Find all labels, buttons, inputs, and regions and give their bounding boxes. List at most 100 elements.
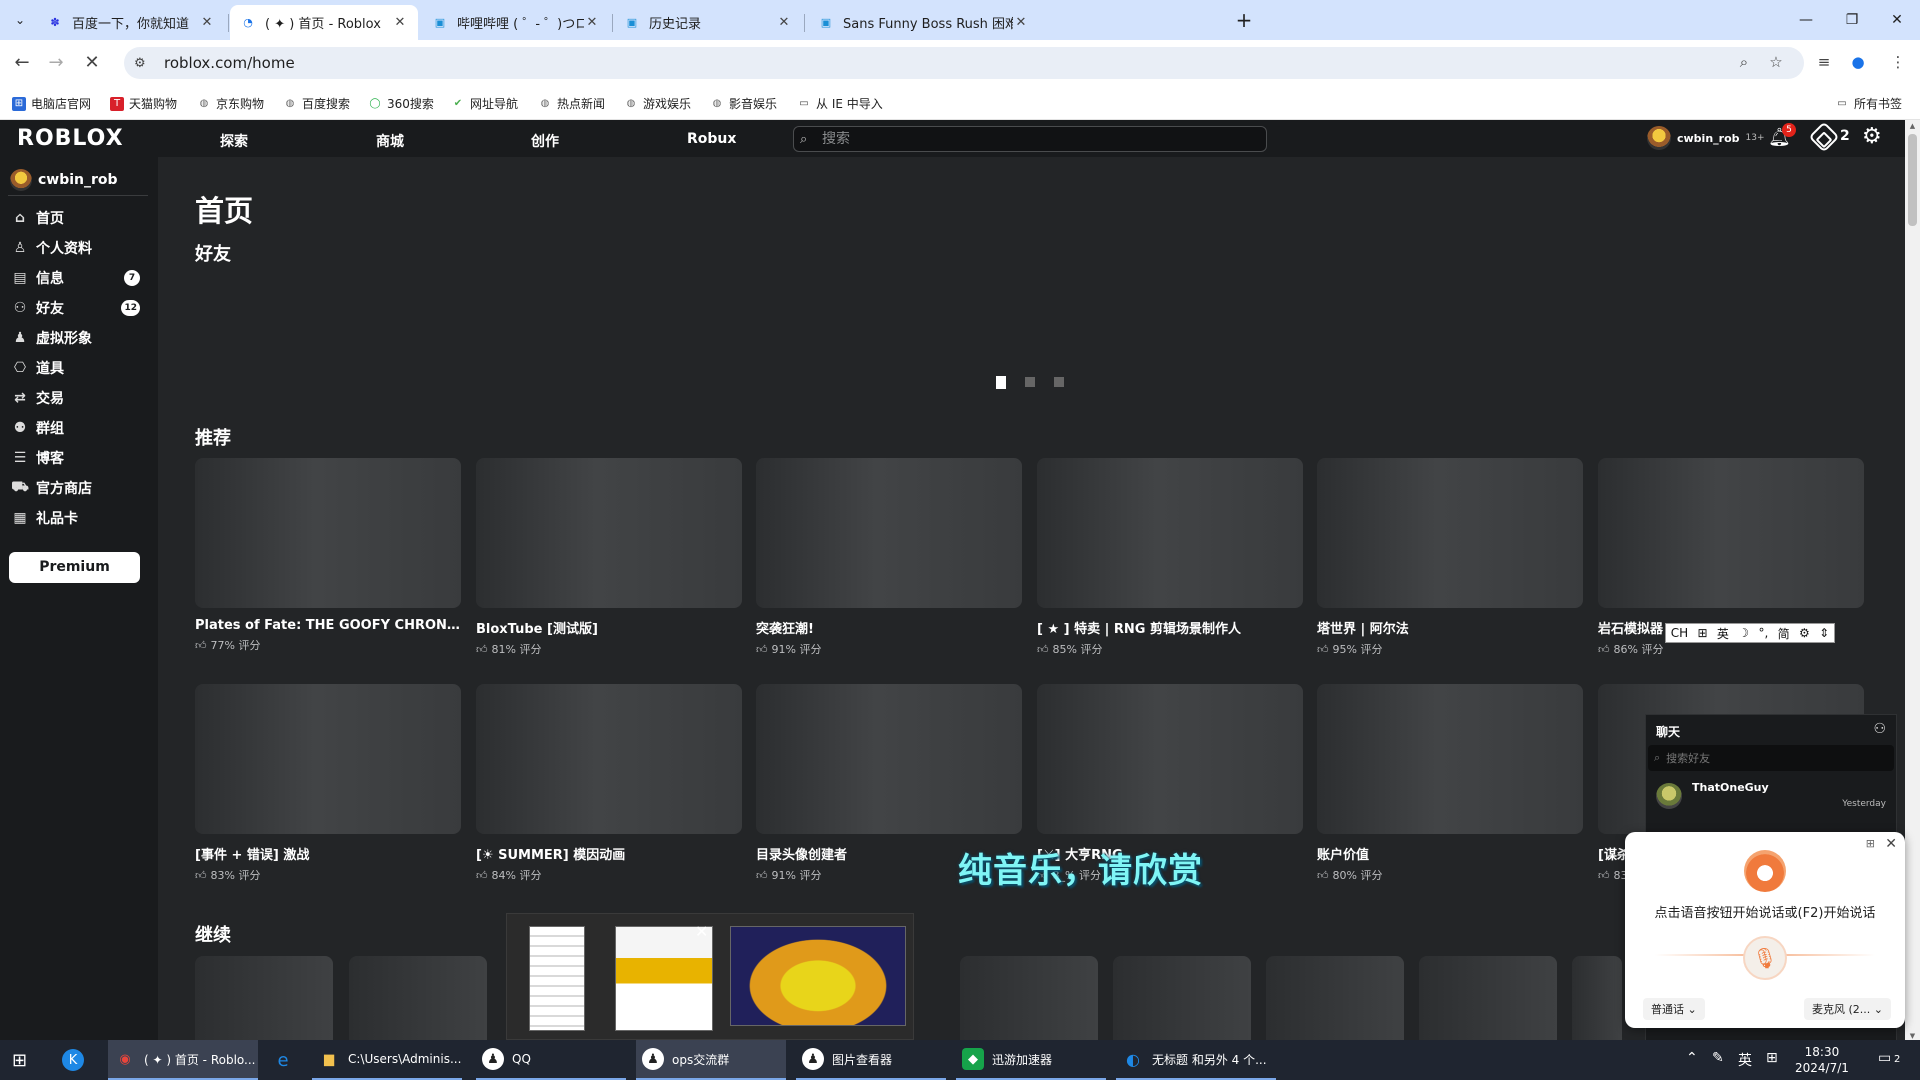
game-thumbnail[interactable]	[1037, 684, 1303, 834]
restore-icon[interactable]: ❐	[1829, 0, 1875, 40]
game-card[interactable]: BloxTube [测试版] 👍︎ 81% 评分	[476, 458, 742, 657]
page-scrollbar[interactable]: ▲ ▼	[1905, 120, 1920, 1042]
game-card[interactable]: [事件 + 错误] 激战 👍︎ 83% 评分	[195, 684, 461, 883]
ime-punctuation[interactable]: °,	[1758, 626, 1768, 640]
bookmark-star-icon[interactable]: ☆	[1764, 50, 1788, 74]
tab-search-chevron-icon[interactable]: ⌄	[9, 10, 31, 30]
sidebar-item-gift-cards[interactable]: ▦ 礼品卡	[10, 505, 150, 531]
scrollbar-thumb[interactable]	[1908, 134, 1917, 226]
kuaiya-icon[interactable]: K	[62, 1040, 92, 1080]
bookmark-video[interactable]: ◍ 影音娱乐	[710, 95, 777, 112]
game-thumbnail[interactable]	[756, 458, 1022, 608]
scroll-down-arrow-icon[interactable]: ▼	[1908, 1032, 1917, 1040]
close-tab-icon[interactable]: ✕	[392, 15, 408, 30]
game-card[interactable]: [ ★ ] 特卖 | RNG 剪辑场景制作人 👍︎ 85% 评分	[1037, 458, 1303, 657]
taskbar-image-viewer[interactable]: ♟ 图片查看器	[796, 1040, 946, 1080]
sidebar-item-inventory[interactable]: ⎔ 道具	[10, 355, 150, 381]
carousel-dot[interactable]	[1025, 377, 1035, 387]
window-preview[interactable]	[615, 926, 713, 1031]
taskbar-edge[interactable]: ◐ 无标题 和另外 4 个...	[1116, 1040, 1276, 1080]
forward-arrow-icon[interactable]: →	[43, 50, 69, 76]
new-tab-plus-icon[interactable]: +	[1231, 8, 1257, 34]
sidebar-item-friends[interactable]: ⚇ 好友 12	[10, 295, 150, 321]
close-tab-icon[interactable]: ✕	[199, 15, 215, 30]
game-thumbnail[interactable]	[1317, 458, 1583, 608]
continue-tile[interactable]	[1113, 956, 1251, 1042]
minimize-icon[interactable]: —	[1783, 0, 1829, 40]
continue-tile[interactable]	[1419, 956, 1557, 1042]
game-thumbnail[interactable]	[756, 684, 1022, 834]
moon-icon[interactable]: ☽	[1738, 626, 1749, 640]
close-tab-icon[interactable]: ✕	[1013, 15, 1029, 30]
ime-english[interactable]: 英	[1717, 625, 1729, 642]
sidebar-item-groups[interactable]: ⚉ 群组	[10, 415, 150, 441]
bookmark-baidu[interactable]: ◍ 百度搜索	[283, 95, 350, 112]
scroll-up-arrow-icon[interactable]: ▲	[1908, 122, 1917, 130]
game-card[interactable]: 账户价值 👍︎ 80% 评分	[1317, 684, 1583, 883]
microphone-select[interactable]: 麦克风 (2... ⌄	[1804, 998, 1891, 1020]
menu-kebab-icon[interactable]: ⋮	[1886, 50, 1910, 74]
pen-icon[interactable]: ✎	[1712, 1050, 1724, 1066]
taskbar-xunyou[interactable]: ◆ 迅游加速器	[956, 1040, 1106, 1080]
ime-indicator[interactable]: 英	[1738, 1050, 1752, 1070]
close-icon[interactable]: ✕	[695, 922, 708, 941]
bookmark-news[interactable]: ◍ 热点新闻	[538, 95, 605, 112]
continue-tile[interactable]	[960, 956, 1098, 1042]
tray-chevron-up-icon[interactable]: ⌃	[1686, 1050, 1698, 1066]
game-thumbnail[interactable]	[1598, 458, 1864, 608]
bookmark-jd[interactable]: ◍ 京东购物	[197, 95, 264, 112]
game-thumbnail[interactable]	[476, 458, 742, 608]
sidebar-item-avatar[interactable]: ♟ 虚拟形象	[10, 325, 150, 351]
close-tab-icon[interactable]: ✕	[776, 15, 792, 30]
gear-icon[interactable]: ⚙	[1862, 124, 1882, 149]
ime-grid-icon[interactable]: ⊞	[1697, 626, 1707, 640]
chat-contact[interactable]: ThatOneGuy Yesterday	[1652, 779, 1892, 815]
roblox-search-input[interactable]	[822, 131, 1252, 147]
window-preview[interactable]	[529, 926, 585, 1031]
bookmark-tmall[interactable]: T 天猫购物	[110, 95, 177, 112]
continue-tile[interactable]	[195, 956, 333, 1042]
microphone-button[interactable]: 🎙︎	[1743, 936, 1787, 980]
ime-grid-icon[interactable]: ⊞	[1766, 1050, 1778, 1066]
close-tab-icon[interactable]: ✕	[584, 15, 600, 30]
sidebar-user[interactable]: cwbin_rob	[10, 169, 118, 191]
action-center-icon[interactable]: ▭	[1878, 1050, 1891, 1066]
close-window-icon[interactable]: ✕	[1874, 0, 1920, 40]
window-preview[interactable]	[730, 926, 906, 1026]
site-info-icon[interactable]: ⚙	[134, 56, 152, 71]
nav-marketplace[interactable]: 商城	[376, 131, 404, 151]
robux-icon[interactable]	[1808, 121, 1840, 153]
stop-loading-icon[interactable]: ✕	[79, 50, 105, 76]
carousel-dot[interactable]	[1054, 377, 1064, 387]
game-thumbnail[interactable]	[195, 458, 461, 608]
game-thumbnail[interactable]	[1037, 458, 1303, 608]
tab-baidu[interactable]: ✽ 百度一下，你就知道 ✕	[37, 5, 225, 40]
chat-title[interactable]: 聊天	[1656, 723, 1680, 740]
address-bar[interactable]: ⚙ roblox.com/home	[124, 47, 1804, 79]
carousel-dot[interactable]	[996, 376, 1006, 389]
tab-roblox-home[interactable]: ◔ ( ✦ ) 首页 - Roblox ✕	[230, 5, 418, 40]
bookmark-import-ie[interactable]: ▭ 从 IE 中导入	[797, 95, 883, 112]
ime-gear-icon[interactable]: ⚙	[1799, 626, 1810, 640]
sidebar-item-trade[interactable]: ⇄ 交易	[10, 385, 150, 411]
top-user-profile[interactable]: cwbin_rob 13+	[1647, 126, 1765, 150]
continue-tile[interactable]	[349, 956, 487, 1042]
all-bookmarks[interactable]: ▭ 所有书签	[1835, 95, 1902, 112]
sidebar-item-messages[interactable]: ▤ 信息 7	[10, 265, 150, 291]
media-control-icon[interactable]: ≡	[1812, 50, 1836, 74]
game-thumbnail[interactable]	[195, 684, 461, 834]
bookmark-360[interactable]: ◯ 360搜索	[368, 95, 434, 112]
sidebar-item-blog[interactable]: ☰ 博客	[10, 445, 150, 471]
system-clock[interactable]: 18:30 2024/7/1	[1795, 1044, 1849, 1076]
tab-sans-funny-boss-rush[interactable]: ▣ Sans Funny Boss Rush 困难模 ✕	[808, 5, 1224, 40]
continue-tile[interactable]	[1572, 956, 1622, 1042]
sidebar-item-home[interactable]: ⌂ 首页	[10, 205, 150, 231]
game-card[interactable]: Plates of Fate: THE GOOFY CHRONIC... 👍︎ 77…	[195, 458, 461, 653]
game-thumbnail[interactable]	[1317, 684, 1583, 834]
back-arrow-icon[interactable]: ←	[9, 50, 35, 76]
taskbar-ie[interactable]: e	[272, 1040, 302, 1080]
premium-button[interactable]: Premium	[9, 552, 140, 583]
sidebar-item-official-store[interactable]: ⛟ 官方商店	[10, 475, 150, 501]
continue-tile[interactable]	[1266, 956, 1404, 1042]
nav-create[interactable]: 创作	[531, 131, 559, 151]
